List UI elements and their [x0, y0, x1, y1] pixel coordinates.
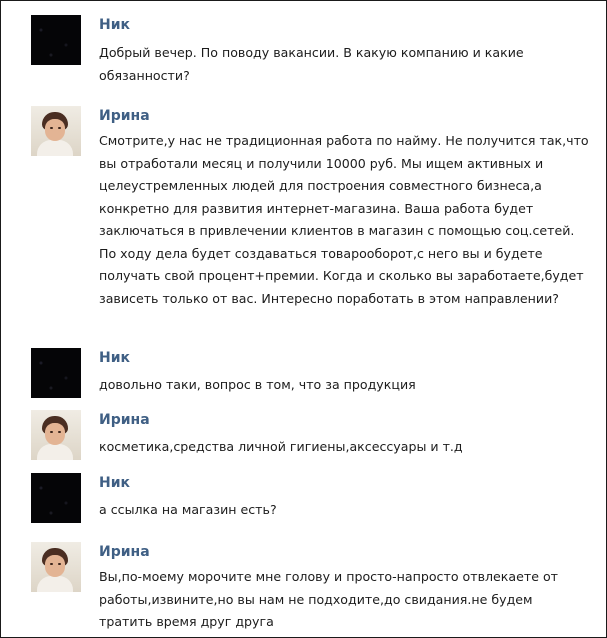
- sender-name-link[interactable]: Ник: [99, 475, 130, 491]
- user-avatar-irina[interactable]: [31, 542, 81, 592]
- sender-name-link[interactable]: Ирина: [99, 412, 150, 428]
- sender-name-link[interactable]: Ник: [99, 17, 130, 33]
- user-avatar-nik[interactable]: [31, 348, 81, 398]
- message-text: а ссылка на магазин есть?: [99, 502, 277, 517]
- message-text: косметика,средства личной гигиены,аксесс…: [99, 439, 463, 454]
- message-text: Добрый вечер. По поводу вакансии. В каку…: [99, 45, 524, 83]
- user-avatar-irina[interactable]: [31, 410, 81, 460]
- message-text: Вы,по-моему морочите мне голову и просто…: [99, 569, 558, 629]
- user-avatar-nik[interactable]: [31, 15, 81, 65]
- user-avatar-irina[interactable]: [31, 106, 81, 156]
- message-text: довольно таки, вопрос в том, что за прод…: [99, 377, 416, 392]
- chat-history: Ник Добрый вечер. По поводу вакансии. В …: [0, 0, 607, 638]
- sender-name-link[interactable]: Ирина: [99, 544, 150, 560]
- sender-name-link[interactable]: Ник: [99, 350, 130, 366]
- sender-name-link[interactable]: Ирина: [99, 108, 150, 124]
- user-avatar-nik[interactable]: [31, 473, 81, 523]
- message-text: Смотрите,у нас не традиционная работа по…: [99, 133, 589, 306]
